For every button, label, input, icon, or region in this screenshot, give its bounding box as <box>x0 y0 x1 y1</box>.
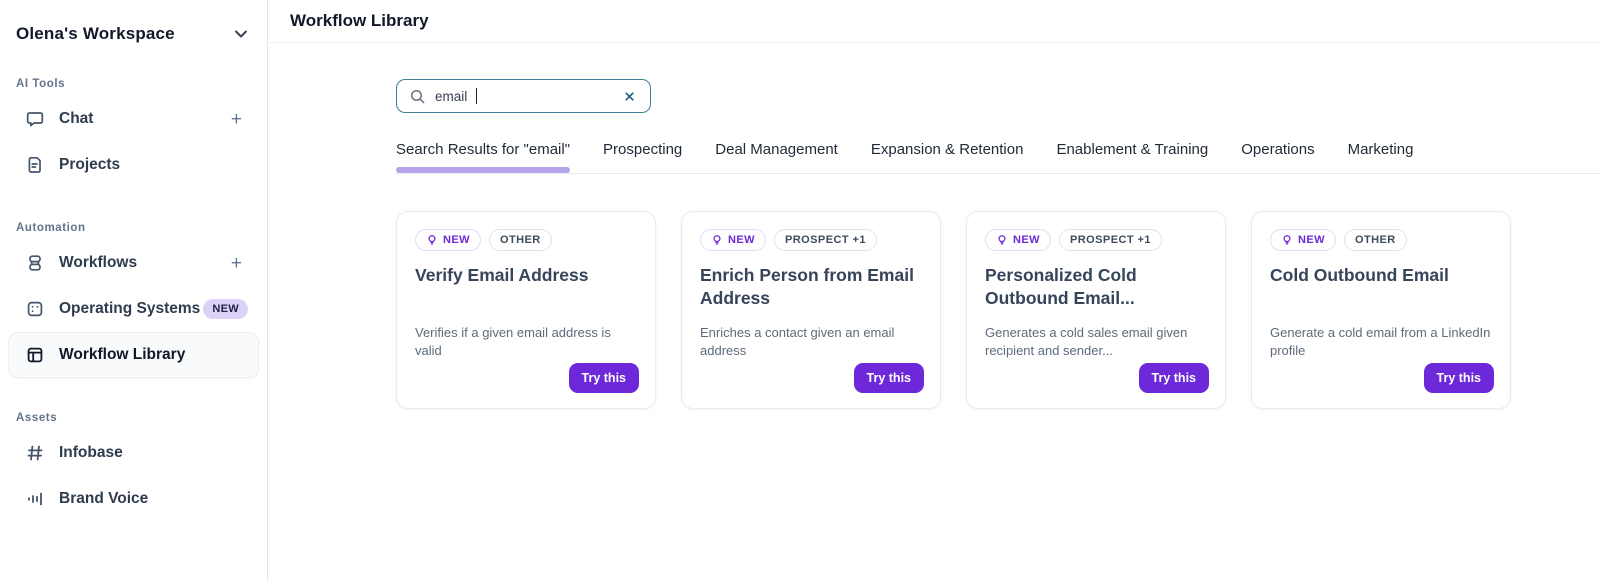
category-badge: PROSPECT +1 <box>1058 229 1162 251</box>
workflow-title: Enrich Person from Email Address <box>700 265 914 308</box>
tab-marketing[interactable]: Marketing <box>1348 141 1414 173</box>
sidebar-item-chat[interactable]: Chat + <box>8 96 259 142</box>
workflow-nodes-icon <box>25 253 45 273</box>
lightbulb-icon <box>996 234 1008 246</box>
sidebar-item-workflows[interactable]: Workflows + <box>8 240 259 286</box>
page-title: Workflow Library <box>290 11 429 30</box>
add-workflow-button[interactable]: + <box>225 252 248 275</box>
tab-deal-management[interactable]: Deal Management <box>715 141 838 173</box>
workflow-card[interactable]: NEW OTHER Verify Email Address Verifies … <box>396 211 656 409</box>
search-icon <box>409 88 426 105</box>
workflow-title: Personalized Cold Outbound Email... <box>985 265 1137 308</box>
workspace-switcher[interactable]: Olena's Workspace <box>8 24 259 44</box>
hash-icon <box>25 443 45 463</box>
content: email Search Results for "email" Prospec… <box>268 43 1600 409</box>
search-value: email <box>435 88 468 104</box>
lightbulb-icon <box>711 234 723 246</box>
badge-label: NEW <box>443 234 470 246</box>
section-label-automation: Automation <box>16 222 86 234</box>
try-this-button[interactable]: Try this <box>853 363 924 393</box>
new-badge: NEW <box>415 229 481 251</box>
badge-label: OTHER <box>1354 234 1396 246</box>
category-badge: OTHER <box>488 229 552 251</box>
workflow-title: Verify Email Address <box>415 265 589 285</box>
new-badge: NEW <box>1270 229 1336 251</box>
chevron-down-icon[interactable] <box>231 24 251 44</box>
document-icon <box>25 155 45 175</box>
workflow-card[interactable]: NEW PROSPECT +1 Personalized Cold Outbou… <box>966 211 1226 409</box>
workflow-card-grid: NEW OTHER Verify Email Address Verifies … <box>396 211 1600 409</box>
category-badge: PROSPECT +1 <box>773 229 877 251</box>
workflow-card[interactable]: NEW OTHER Cold Outbound Email Generate a… <box>1251 211 1511 409</box>
tab-expansion-retention[interactable]: Expansion & Retention <box>871 141 1024 173</box>
category-tabs: Search Results for "email" Prospecting D… <box>396 141 1600 174</box>
text-cursor <box>476 88 478 104</box>
sidebar-item-label: Infobase <box>59 444 123 461</box>
layout-icon <box>25 345 45 365</box>
chat-icon <box>25 109 45 129</box>
badge-label: NEW <box>1013 234 1040 246</box>
sidebar-item-label: Workflow Library <box>59 346 186 363</box>
tab-prospecting[interactable]: Prospecting <box>603 141 682 173</box>
workflow-description: Generates a cold sales email given recip… <box>985 325 1188 358</box>
sidebar-item-operating-systems[interactable]: Operating Systems NEW <box>8 286 259 332</box>
page-header: Workflow Library <box>268 0 1600 43</box>
workflow-card[interactable]: NEW PROSPECT +1 Enrich Person from Email… <box>681 211 941 409</box>
badge-label: PROSPECT +1 <box>1069 234 1151 246</box>
badge-row: NEW OTHER <box>415 229 637 251</box>
clear-search-icon[interactable] <box>621 88 638 105</box>
badge-row: NEW PROSPECT +1 <box>985 229 1207 251</box>
new-badge: NEW <box>203 299 248 319</box>
badge-label: OTHER <box>499 234 541 246</box>
sidebar-item-label: Operating Systems <box>59 300 201 317</box>
section-label-assets: Assets <box>16 412 58 424</box>
lightbulb-icon <box>426 234 438 246</box>
try-this-button[interactable]: Try this <box>1138 363 1209 393</box>
waveform-icon <box>25 489 45 509</box>
search-input[interactable]: email <box>396 79 651 113</box>
badge-row: NEW PROSPECT +1 <box>700 229 922 251</box>
badge-label: NEW <box>1298 234 1325 246</box>
badge-row: NEW OTHER <box>1270 229 1492 251</box>
tab-operations[interactable]: Operations <box>1241 141 1314 173</box>
category-badge: OTHER <box>1343 229 1407 251</box>
workflow-title: Cold Outbound Email <box>1270 265 1449 285</box>
sidebar-item-workflow-library[interactable]: Workflow Library <box>8 332 259 378</box>
grid-dots-icon <box>25 299 45 319</box>
sidebar-item-label: Workflows <box>59 254 138 271</box>
sidebar-item-brand-voice[interactable]: Brand Voice <box>8 476 259 522</box>
sidebar: Olena's Workspace AI Tools Chat + Projec… <box>0 0 268 581</box>
new-badge: NEW <box>700 229 766 251</box>
workflow-description: Enriches a contact given an email addres… <box>700 325 895 358</box>
sidebar-item-label: Chat <box>59 110 94 127</box>
badge-label: PROSPECT +1 <box>784 234 866 246</box>
main-area: Workflow Library email Search Results fo… <box>268 0 1600 581</box>
workflow-description: Generate a cold email from a LinkedIn pr… <box>1270 325 1491 358</box>
sidebar-item-projects[interactable]: Projects <box>8 142 259 188</box>
try-this-button[interactable]: Try this <box>1423 363 1494 393</box>
add-chat-button[interactable]: + <box>225 108 248 131</box>
lightbulb-icon <box>1281 234 1293 246</box>
new-badge: NEW <box>985 229 1051 251</box>
sidebar-item-infobase[interactable]: Infobase <box>8 430 259 476</box>
workspace-name: Olena's Workspace <box>16 24 175 43</box>
tab-enablement-training[interactable]: Enablement & Training <box>1056 141 1208 173</box>
workflow-description: Verifies if a given email address is val… <box>415 325 611 358</box>
section-label-ai-tools: AI Tools <box>16 78 66 90</box>
badge-label: NEW <box>728 234 755 246</box>
try-this-button[interactable]: Try this <box>568 363 639 393</box>
sidebar-item-label: Brand Voice <box>59 490 149 507</box>
sidebar-item-label: Projects <box>59 156 121 173</box>
tab-search-results[interactable]: Search Results for "email" <box>396 141 571 173</box>
